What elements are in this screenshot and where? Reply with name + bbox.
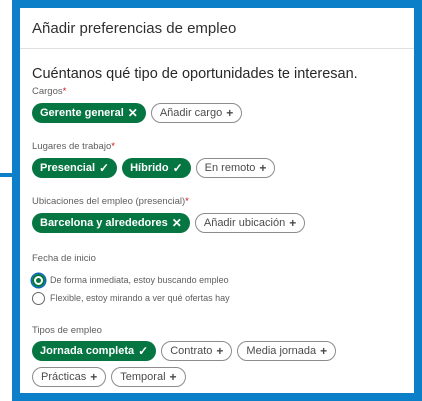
highlight-accent (0, 173, 15, 177)
add-contrato-button[interactable]: Contrato + (161, 341, 233, 361)
plus-icon: + (169, 370, 177, 384)
radio-button-checked[interactable] (32, 273, 45, 287)
cargos-label: Cargos* (32, 86, 67, 97)
modal-content: Cuéntanos qué tipo de oportunidades te i… (20, 66, 414, 387)
plus-icon: + (216, 344, 224, 358)
check-icon: ✓ (138, 344, 149, 358)
plus-icon: + (259, 161, 267, 175)
fecha-options: De forma inmediata, estoy buscando emple… (32, 271, 402, 307)
check-icon: ✓ (99, 161, 110, 175)
modal-title: Añadir preferencias de empleo (32, 19, 237, 37)
lugares-label: Lugares de trabajo* (32, 141, 115, 152)
radio-option-inmediata[interactable]: De forma inmediata, estoy buscando emple… (32, 271, 402, 289)
plus-icon: + (289, 216, 297, 230)
add-cargo-button[interactable]: Añadir cargo + (150, 103, 243, 123)
pill-gerente-general[interactable]: Gerente general ✕ (32, 103, 146, 123)
pill-hibrido[interactable]: Híbrido ✓ (122, 158, 191, 178)
add-ubicacion-button[interactable]: Añadir ubicación + (194, 213, 306, 233)
add-en-remoto-button[interactable]: En remoto + (195, 158, 276, 178)
fecha-label: Fecha de inicio (32, 253, 96, 264)
ubicaciones-label: Ubicaciones del empleo (presencial)* (32, 196, 189, 207)
plus-icon: + (320, 344, 328, 358)
plus-icon: + (226, 106, 234, 120)
add-media-jornada-button[interactable]: Media jornada + (237, 341, 337, 361)
pill-presencial[interactable]: Presencial ✓ (32, 158, 118, 178)
add-practicas-button[interactable]: Prácticas + (32, 367, 107, 387)
intro-text: Cuéntanos qué tipo de oportunidades te i… (32, 66, 358, 82)
pill-barcelona[interactable]: Barcelona y alrededores ✕ (32, 213, 190, 233)
tipos-label: Tipos de empleo (32, 325, 102, 336)
close-icon: ✕ (171, 216, 182, 230)
check-icon: ✓ (172, 161, 183, 175)
close-icon: ✕ (127, 106, 138, 120)
radio-option-flexible[interactable]: Flexible, estoy mirando a ver qué oferta… (32, 289, 402, 307)
lugares-row: Presencial ✓ Híbrido ✓ En remoto + (32, 158, 402, 178)
add-temporal-button[interactable]: Temporal + (111, 367, 186, 387)
modal-header: Añadir preferencias de empleo (20, 8, 414, 49)
ubicaciones-row: Barcelona y alrededores ✕ Añadir ubicació… (32, 213, 402, 233)
radio-button[interactable] (32, 291, 45, 305)
cargos-row: Gerente general ✕ Añadir cargo + (32, 103, 402, 123)
job-preferences-modal: Añadir preferencias de empleo Cuéntanos … (20, 8, 414, 393)
plus-icon: + (90, 370, 98, 384)
pill-jornada-completa[interactable]: Jornada completa ✓ (32, 341, 157, 361)
tipos-row: Jornada completa ✓ Contrato + Media jornad… (32, 341, 402, 387)
